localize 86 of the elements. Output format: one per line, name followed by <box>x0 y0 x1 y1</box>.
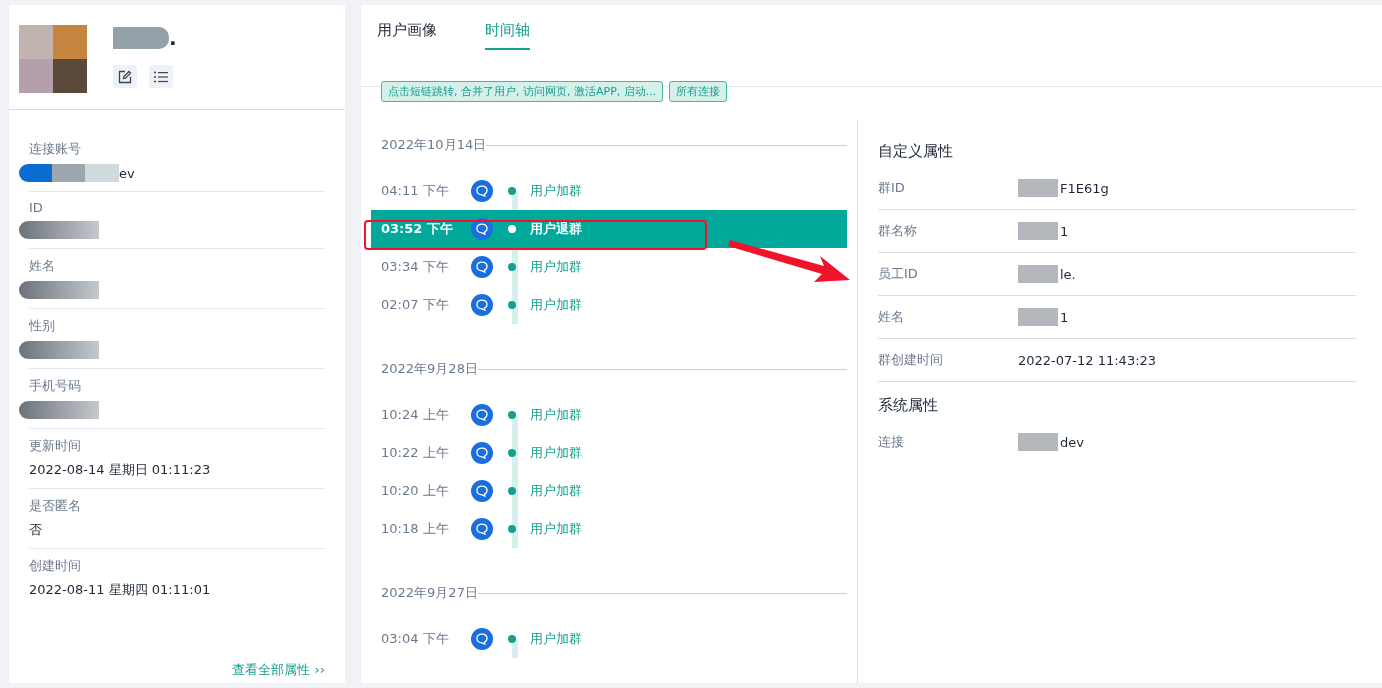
filter-tag[interactable]: 所有连接 <box>669 81 728 102</box>
attribute-label: 是否匿名 <box>29 497 82 515</box>
attribute-label: 姓名 <box>29 257 56 275</box>
attribute-value: ev <box>119 165 135 181</box>
property-label: 连接 <box>878 433 905 451</box>
event-time: 02:07 下午 <box>381 296 450 314</box>
attribute-label: 更新时间 <box>29 437 82 455</box>
timeline-dot <box>508 301 516 309</box>
tab[interactable]: 时间轴 <box>485 5 530 50</box>
redacted-name-block <box>113 27 169 49</box>
event-time: 10:22 上午 <box>381 444 450 462</box>
event-name: 用户加群 <box>530 258 582 276</box>
event-time: 03:52 下午 <box>381 220 454 238</box>
timeline-event-row[interactable]: 10:18 上午 用户加群 <box>371 510 847 548</box>
chat-bubble-icon <box>471 480 493 502</box>
event-name: 用户加群 <box>530 406 582 424</box>
timeline-date: 2022年9月28日 <box>381 360 478 378</box>
attribute-label: ID <box>29 200 44 215</box>
chat-bubble-icon <box>471 404 493 426</box>
attribute-label: 创建时间 <box>29 557 82 575</box>
chat-bubble-icon <box>471 628 493 650</box>
event-name: 用户加群 <box>530 630 582 648</box>
chat-bubble-icon <box>471 518 493 540</box>
event-name: 用户加群 <box>530 182 582 200</box>
event-time: 10:24 上午 <box>381 406 450 424</box>
timeline-dot <box>508 487 516 495</box>
timeline-event-row[interactable]: 02:07 下午 用户加群 <box>371 286 847 324</box>
view-all-attributes-link[interactable]: 查看全部属性 ›› <box>232 661 325 679</box>
event-name: 用户退群 <box>530 220 582 238</box>
timeline-dot <box>508 263 516 271</box>
event-time: 03:04 下午 <box>381 630 450 648</box>
event-time: 04:11 下午 <box>381 182 450 200</box>
avatar-placeholder <box>19 25 87 93</box>
event-name: 用户加群 <box>530 296 582 314</box>
timeline-event-row[interactable]: 03:34 下午 用户加群 <box>371 248 847 286</box>
property-value: F1E61g <box>1060 180 1109 196</box>
property-label: 姓名 <box>878 308 905 326</box>
user-name: . <box>169 27 177 49</box>
event-name: 用户加群 <box>530 482 582 500</box>
chat-bubble-icon <box>471 180 493 202</box>
attribute-label: 连接账号 <box>29 140 82 158</box>
attribute-value: 2022-08-14 星期日 01:11:23 <box>29 461 211 479</box>
property-value: le. <box>1060 266 1076 282</box>
timeline-event-row[interactable]: 04:11 下午 用户加群 <box>371 172 847 210</box>
edit-icon <box>118 69 132 84</box>
property-label: 群名称 <box>878 222 918 240</box>
event-time: 03:34 下午 <box>381 258 450 276</box>
section-title: 系统属性 <box>878 396 939 415</box>
chat-bubble-icon <box>471 218 493 240</box>
property-value: 2022-07-12 11:43:23 <box>1018 352 1157 368</box>
chat-bubble-icon <box>471 256 493 278</box>
timeline-event-row[interactable]: 03:04 下午 用户加群 <box>371 620 847 658</box>
attribute-value: 2022-08-11 星期四 01:11:01 <box>29 581 211 599</box>
timeline-dot <box>508 635 516 643</box>
filter-tag[interactable]: 点击短链跳转, 合并了用户, 访问网页, 激活APP, 启动... <box>381 81 664 102</box>
event-time: 10:18 上午 <box>381 520 450 538</box>
timeline-event-row[interactable]: 10:24 上午 用户加群 <box>371 396 847 434</box>
timeline-date: 2022年10月14日 <box>381 136 487 154</box>
attribute-label: 手机号码 <box>29 377 82 395</box>
timeline-dot <box>508 225 516 233</box>
property-value: dev <box>1060 434 1084 450</box>
chat-bubble-icon <box>471 294 493 316</box>
timeline-dot <box>508 187 516 195</box>
timeline-dot <box>508 525 516 533</box>
section-title: 自定义属性 <box>878 142 954 161</box>
chat-bubble-icon <box>471 442 493 464</box>
edit-button[interactable] <box>113 65 137 88</box>
timeline-event-row[interactable]: 10:20 上午 用户加群 <box>371 472 847 510</box>
property-label: 群创建时间 <box>878 351 944 369</box>
event-name: 用户加群 <box>530 520 582 538</box>
timeline-dot <box>508 449 516 457</box>
list-icon <box>154 70 168 83</box>
list-button[interactable] <box>149 65 173 88</box>
attribute-value: 否 <box>29 521 42 539</box>
timeline-date: 2022年9月27日 <box>381 584 478 602</box>
event-time: 10:20 上午 <box>381 482 450 500</box>
property-value: 1 <box>1060 223 1069 239</box>
property-label: 群ID <box>878 179 906 197</box>
event-name: 用户加群 <box>530 444 582 462</box>
property-value: 1 <box>1060 309 1069 325</box>
attribute-label: 性别 <box>29 317 56 335</box>
timeline-dot <box>508 411 516 419</box>
tab[interactable]: 用户画像 <box>377 5 437 50</box>
timeline-event-row[interactable]: 03:52 下午 用户退群 <box>371 210 847 248</box>
property-label: 员工ID <box>878 265 919 283</box>
timeline-event-row[interactable]: 10:22 上午 用户加群 <box>371 434 847 472</box>
